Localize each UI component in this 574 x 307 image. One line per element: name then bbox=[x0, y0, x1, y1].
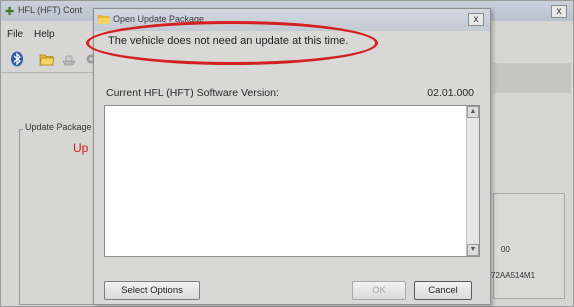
folder-icon bbox=[98, 15, 110, 24]
update-status-text: Up bbox=[73, 141, 89, 155]
menu-file[interactable]: File bbox=[7, 29, 23, 40]
update-package-label: Update Package bbox=[23, 122, 94, 132]
menu-help[interactable]: Help bbox=[34, 29, 55, 40]
version-label: Current HFL (HFT) Software Version: bbox=[106, 87, 279, 99]
dialog-close-button[interactable]: x bbox=[468, 13, 484, 26]
details-text-area[interactable]: ▲ ▼ bbox=[104, 105, 480, 257]
ok-button[interactable]: OK bbox=[352, 281, 406, 300]
app-icon: ✚ bbox=[5, 6, 15, 18]
main-close-button[interactable]: x bbox=[551, 5, 567, 18]
right-value-2: 72AA514M1 bbox=[491, 271, 536, 280]
scroll-up-icon[interactable]: ▲ bbox=[467, 106, 479, 118]
toolbar bbox=[1, 45, 96, 71]
right-value-1: 00 bbox=[501, 245, 510, 254]
ship-icon[interactable] bbox=[61, 51, 77, 67]
toolbar-divider bbox=[1, 72, 96, 73]
update-package-group bbox=[19, 129, 97, 305]
main-window-title: HFL (HFT) Cont bbox=[18, 5, 83, 15]
scroll-down-icon[interactable]: ▼ bbox=[467, 244, 479, 256]
bluetooth-icon[interactable] bbox=[9, 51, 25, 67]
version-value: 02.01.000 bbox=[427, 87, 474, 99]
right-panel-bar bbox=[493, 63, 571, 93]
vertical-scrollbar[interactable]: ▲ ▼ bbox=[466, 106, 479, 256]
right-info-panel bbox=[493, 23, 571, 303]
open-update-package-dialog: Open Update Package x The vehicle does n… bbox=[86, 8, 491, 305]
folder-icon[interactable] bbox=[39, 51, 55, 67]
status-message: The vehicle does not need an update at t… bbox=[108, 35, 349, 47]
cancel-button[interactable]: Cancel bbox=[414, 281, 472, 300]
menu-bar: File Help bbox=[1, 25, 96, 43]
select-options-button[interactable]: Select Options bbox=[104, 281, 200, 300]
